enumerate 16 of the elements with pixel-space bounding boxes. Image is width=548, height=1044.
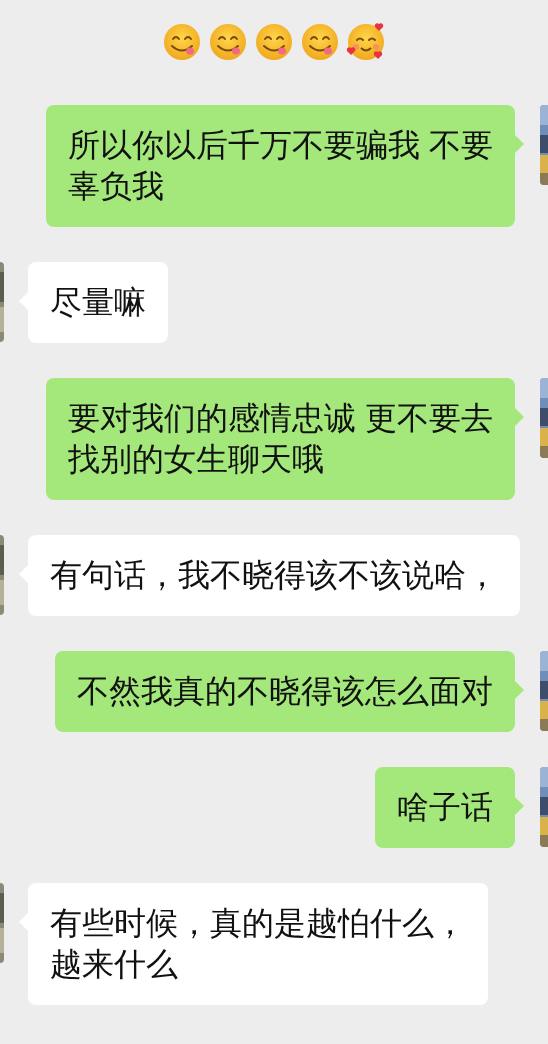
bubble-tail xyxy=(515,797,524,815)
message-bubble: 尽量嘛 xyxy=(28,262,168,343)
message-bubble: 要对我们的感情忠诚 更不要去 找别的女生聊天哦 xyxy=(46,378,515,500)
emoji-icon xyxy=(254,22,294,62)
bubble-tail xyxy=(515,681,524,699)
emoji-icon xyxy=(208,22,248,62)
emoji-icon xyxy=(346,22,386,62)
message-bubble: 啥子话 xyxy=(375,767,515,848)
message-bubble: 有些时候，真的是越怕什么， 越来什么 xyxy=(28,883,488,1005)
message-bubble: 不然我真的不晓得该怎么面对 xyxy=(55,651,515,732)
emoji-icon xyxy=(300,22,340,62)
emoji-icon xyxy=(162,22,202,62)
bubble-tail xyxy=(515,408,524,426)
message-bubble: 所以你以后千万不要骗我 不要 辜负我 xyxy=(46,105,515,227)
bubble-tail xyxy=(515,135,524,153)
message-bubble: 有句话，我不晓得该不该说哈， xyxy=(28,535,520,616)
